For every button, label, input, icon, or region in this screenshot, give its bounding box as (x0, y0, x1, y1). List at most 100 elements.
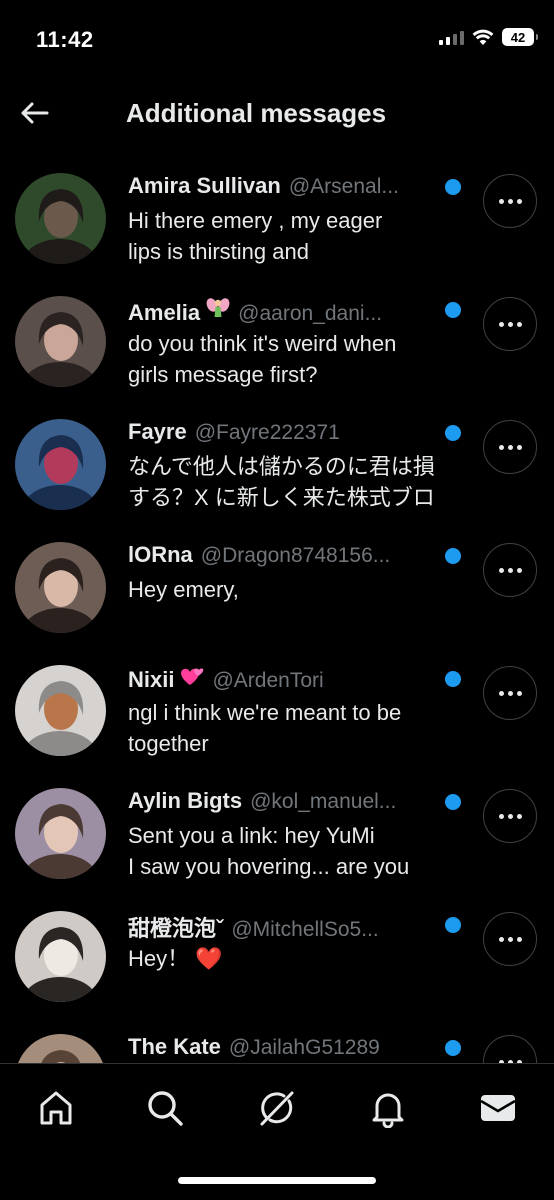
sender-name: 甜橙泡泡ˇ (128, 916, 224, 941)
more-dot-icon (516, 321, 522, 327)
more-dot-icon (516, 444, 522, 450)
battery-level: 42 (510, 29, 526, 45)
tab-messages[interactable] (474, 1084, 522, 1132)
page-title: Additional messages (126, 98, 387, 128)
avatar[interactable] (15, 1034, 106, 1063)
signal-icon (439, 29, 464, 45)
bell-icon (372, 1093, 404, 1128)
more-dot-icon (507, 321, 513, 327)
sender-handle: @JailahG51289 (228, 1036, 380, 1059)
more-dot-icon (516, 936, 522, 942)
battery-icon: 42 (502, 28, 538, 46)
avatar[interactable] (15, 419, 106, 510)
message-preview: Hey emery, (128, 577, 239, 602)
more-options-button[interactable] (483, 789, 537, 843)
mail-icon (480, 1095, 516, 1121)
unread-indicator (445, 917, 461, 933)
more-dot-icon (507, 813, 513, 819)
more-options-button[interactable] (483, 666, 537, 720)
sender-handle: @Fayre222371 (194, 421, 340, 444)
message-row[interactable]: Nixii @ArdenTori ngl i think we're meant t… (0, 650, 554, 773)
more-options-button[interactable] (483, 297, 537, 351)
more-options-button[interactable] (483, 912, 537, 966)
message-body: The Kate @JailahG51289 (128, 1034, 448, 1063)
sender-name: The Kate (128, 1034, 221, 1059)
wifi-icon (472, 29, 494, 45)
tab-notifications[interactable] (364, 1084, 412, 1132)
tab-grok[interactable] (253, 1084, 301, 1132)
more-dot-icon (516, 690, 522, 696)
tab-search[interactable] (141, 1084, 189, 1132)
more-dot-icon (498, 690, 504, 696)
unread-indicator (445, 425, 461, 441)
more-dot-icon (498, 444, 504, 450)
more-dot-icon (516, 567, 522, 573)
message-header: Nixii @ArdenTori (128, 665, 448, 695)
back-button[interactable] (14, 93, 54, 133)
status-time: 11:42 (36, 27, 94, 52)
sender-name: Fayre (128, 419, 187, 444)
status-icons: 42 (439, 28, 538, 46)
grok-icon (260, 1091, 294, 1126)
sender-handle: @Arsenal... (288, 175, 399, 198)
unread-indicator (445, 548, 461, 564)
more-dot-icon (498, 813, 504, 819)
message-body: Aylin Bigts @kol_manuel... Sent you a link… (128, 788, 448, 882)
message-preview: Hey！ ❤️ (128, 946, 223, 971)
message-body: 甜橙泡泡ˇ @MitchellSo5... Hey！ ❤️ (128, 911, 448, 974)
avatar[interactable] (15, 665, 106, 756)
unread-indicator (445, 302, 461, 318)
two-hearts-emoji-icon (176, 665, 204, 692)
message-body: Fayre @Fayre222371 なんで他人は儲かるのに君は損 する？X に新し… (128, 419, 448, 513)
more-options-button[interactable] (483, 420, 537, 474)
message-row[interactable]: Aylin Bigts @kol_manuel... Sent you a link… (0, 773, 554, 896)
sender-name: lORna (128, 542, 193, 567)
avatar[interactable] (15, 173, 106, 264)
message-preview: Sent you a link: hey YuMi I saw you hove… (128, 823, 410, 879)
sender-handle: @MitchellSo5... (231, 918, 379, 941)
avatar[interactable] (15, 911, 106, 1002)
more-dot-icon (507, 690, 513, 696)
message-header: 甜橙泡泡ˇ @MitchellSo5... (128, 911, 448, 941)
avatar[interactable] (15, 296, 106, 387)
sender-name: Aylin Bigts (128, 788, 243, 813)
more-options-button[interactable] (483, 174, 537, 228)
more-dot-icon (498, 321, 504, 327)
status-bar: 11:42 42 (0, 0, 554, 80)
message-row[interactable]: lORna @Dragon8748156... Hey emery, (0, 527, 554, 650)
more-dot-icon (507, 444, 513, 450)
message-body: Nixii @ArdenTori ngl i think we're meant t… (128, 665, 448, 759)
more-dot-icon (498, 198, 504, 204)
message-row[interactable]: Amelia @aaron_dani... do you think it's we… (0, 281, 554, 404)
more-options-button[interactable] (483, 1035, 537, 1063)
message-preview: なんで他人は儲かるのに君は損 する？X に新しく来た株式ブロ (128, 454, 435, 510)
message-row[interactable]: Amira Sullivan @Arsenal... Hi there emery … (0, 158, 554, 281)
message-row[interactable]: The Kate @JailahG51289 (0, 1019, 554, 1063)
more-dot-icon (516, 198, 522, 204)
unread-indicator (445, 671, 461, 687)
message-body: Amira Sullivan @Arsenal... Hi there emery … (128, 173, 448, 267)
unread-indicator (445, 1040, 461, 1056)
more-options-button[interactable] (483, 543, 537, 597)
sender-name: Amira Sullivan (128, 173, 281, 198)
message-row[interactable]: 甜橙泡泡ˇ @MitchellSo5... Hey！ ❤️ (0, 896, 554, 1019)
home-icon (40, 1091, 72, 1125)
sender-handle: @Dragon8748156... (200, 544, 391, 567)
home-indicator (178, 1177, 376, 1184)
more-dot-icon (498, 936, 504, 942)
message-list[interactable]: Amira Sullivan @Arsenal... Hi there emery … (0, 158, 554, 1063)
tab-home[interactable] (32, 1084, 80, 1132)
unread-indicator (445, 794, 461, 810)
sender-handle: @aaron_dani... (238, 302, 383, 325)
avatar[interactable] (15, 542, 106, 633)
search-icon (148, 1091, 183, 1126)
message-row[interactable]: Fayre @Fayre222371 なんで他人は儲かるのに君は損 する？X に新し… (0, 404, 554, 527)
more-dot-icon (498, 567, 504, 573)
more-dot-icon (507, 567, 513, 573)
sender-name: Amelia (128, 300, 201, 325)
avatar[interactable] (15, 788, 106, 879)
message-header: lORna @Dragon8748156... (128, 542, 448, 572)
message-header: Amelia @aaron_dani... (128, 296, 448, 326)
message-header: Amira Sullivan @Arsenal... (128, 173, 448, 203)
sender-handle: @kol_manuel... (250, 790, 397, 813)
